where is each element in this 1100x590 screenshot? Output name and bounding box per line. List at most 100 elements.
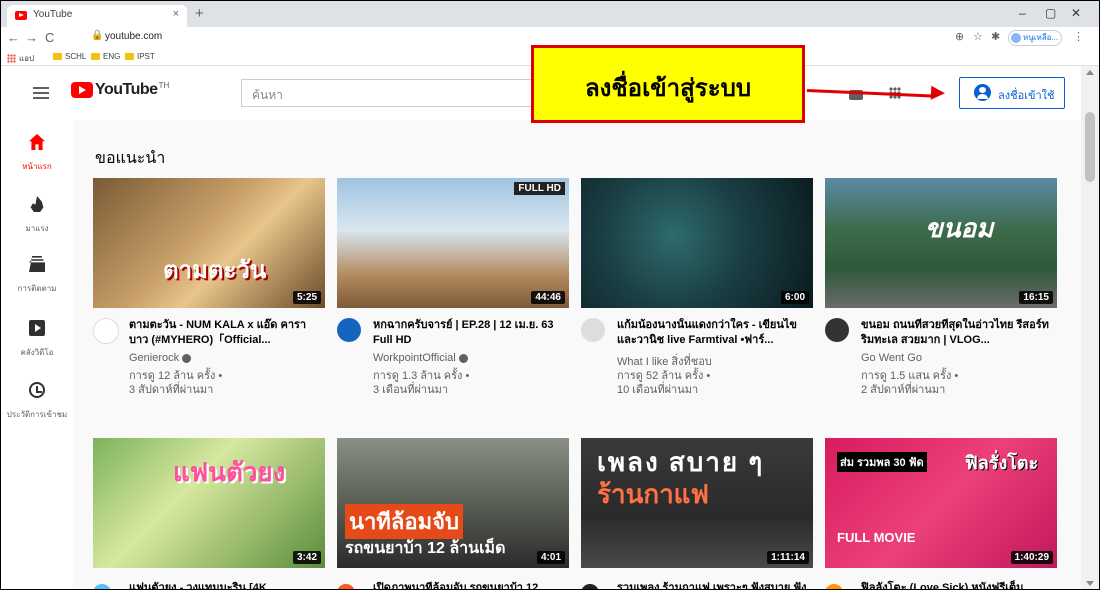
channel-avatar[interactable]	[581, 318, 605, 342]
profile-avatar-icon	[1011, 33, 1021, 43]
video-thumbnail[interactable]: นาทีล้อมจับ รถขนยาบ้า 12 ล้านเม็ด 4:01	[337, 438, 569, 568]
zoom-icon[interactable]: ⊕	[955, 30, 964, 43]
thumbnail-text: ตามตะวัน	[163, 257, 267, 284]
subscriptions-icon	[29, 256, 45, 272]
new-tab-button[interactable]: +	[195, 5, 204, 22]
verified-icon	[182, 353, 192, 363]
bookmark-star-icon[interactable]: ☆	[973, 30, 983, 43]
scroll-up-icon[interactable]	[1086, 70, 1094, 75]
sidebar-item-label: คลังวิดีโอ	[20, 348, 54, 357]
browser-tab[interactable]: YouTube ×	[7, 5, 187, 27]
video-thumbnail[interactable]: FULL HD 44:46	[337, 178, 569, 308]
bookmark-eng[interactable]: ENG	[91, 52, 120, 61]
fire-icon	[30, 196, 44, 212]
channel-avatar[interactable]	[93, 318, 119, 344]
url-text: youtube.com	[105, 31, 163, 42]
video-duration: 5:25	[292, 291, 321, 304]
omnibox[interactable]: 🔒 youtube.com	[87, 29, 947, 47]
apps-grid-icon	[7, 54, 16, 64]
sidebar-item-trending[interactable]: มาแรง	[1, 196, 73, 236]
reload-button[interactable]: C	[45, 30, 54, 45]
video-card[interactable]: แฟนตัวยง 3:42 แฟนตัวยง - วงแทมมะริน [4K	[93, 438, 325, 589]
main-content: ขอแนะนำ ตามตะวัน 5:25 ตามตะวัน - NUM KAL…	[73, 120, 1081, 589]
video-duration: 16:15	[1019, 291, 1053, 304]
thumbnail-subtext: รถขนยาบ้า 12 ล้านเม็ด	[345, 540, 506, 557]
video-thumbnail[interactable]: ขนอม 16:15	[825, 178, 1057, 308]
video-title[interactable]: ตามตะวัน - NUM KALA x แอ๊ด คาราบาว (#MYH…	[129, 318, 321, 348]
channel-avatar[interactable]	[93, 584, 111, 589]
browser-tab-bar: YouTube × + – ▢ ✕	[1, 1, 1099, 27]
sidebar-item-history[interactable]: ประวัติการเข้าชม	[1, 382, 73, 422]
video-title[interactable]: แฟนตัวยง - วงแทมมะริน [4K	[129, 578, 321, 589]
video-card[interactable]: ตามตะวัน 5:25 ตามตะวัน - NUM KALA x แอ๊ด…	[93, 178, 325, 396]
annotation-callout: ลงชื่อเข้าสู่ระบบ	[531, 45, 805, 123]
page-scrollbar[interactable]	[1081, 66, 1099, 589]
search-input[interactable]: ค้นหา	[241, 79, 543, 107]
bookmark-schl[interactable]: SCHL	[53, 52, 86, 61]
youtube-logo[interactable]: YouTubeTH	[71, 81, 169, 99]
restore-button[interactable]: ▢	[1045, 6, 1056, 20]
channel-avatar[interactable]	[825, 318, 849, 342]
video-thumbnail[interactable]: เพลง สบาย ๆ ร้านกาแฟ 1:11:14	[581, 438, 813, 568]
video-title[interactable]: ขนอม ถนนที่สวยที่สุดในอ่าวไทย รีสอร์ทริม…	[861, 318, 1053, 348]
menu-dots-icon[interactable]: ⋮	[1073, 30, 1084, 43]
tab-close-icon[interactable]: ×	[173, 8, 179, 20]
youtube-favicon-icon	[15, 11, 27, 20]
profile-label: หนูเหลือ...	[1023, 33, 1059, 42]
upload-date: 10 เดือนที่ผ่านมา	[617, 384, 699, 396]
video-card[interactable]: 6:00 แก้มน้องนางนั้นแดงกว่าใคร - เขียนไข…	[581, 178, 813, 396]
scrollbar-thumb[interactable]	[1085, 112, 1095, 182]
hamburger-menu-icon[interactable]	[33, 87, 49, 99]
account-icon	[974, 84, 991, 101]
profile-button[interactable]: หนูเหลือ...	[1008, 30, 1062, 46]
video-card[interactable]: FULL HD 44:46 หกฉากครับจารย์ | EP.28 | 1…	[337, 178, 569, 396]
video-card[interactable]: เพลง สบาย ๆ ร้านกาแฟ 1:11:14 รวมเพลง ร้า…	[581, 438, 813, 589]
annotation-text: ลงชื่อเข้าสู่ระบบ	[584, 75, 752, 102]
thumbnail-caption: ส่ม รวมพล 30 ฟัด	[837, 452, 927, 472]
signin-button[interactable]: ลงชื่อเข้าใช้	[959, 77, 1065, 109]
upload-date: 3 เดือนที่ผ่านมา	[373, 384, 449, 396]
video-duration: 4:01	[536, 551, 565, 564]
sidebar-item-library[interactable]: คลังวิดีโอ	[1, 320, 73, 360]
tab-title: YouTube	[33, 9, 73, 20]
channel-name[interactable]: Genierock	[129, 352, 192, 364]
video-thumbnail[interactable]: 6:00	[581, 178, 813, 308]
history-icon	[29, 382, 45, 398]
video-duration: 3:42	[292, 551, 321, 564]
bookmark-ipst[interactable]: IPST	[125, 52, 155, 61]
folder-icon	[91, 53, 100, 61]
sidebar-item-label: ประวัติการเข้าชม	[6, 410, 68, 419]
forward-button[interactable]: →	[25, 30, 38, 45]
bookmark-apps[interactable]: แอป	[7, 52, 34, 65]
sidebar-item-label: หน้าแรก	[22, 162, 52, 171]
section-title: ขอแนะนำ	[95, 150, 166, 167]
channel-name[interactable]: Go Went Go	[861, 352, 922, 364]
channel-avatar[interactable]	[337, 584, 355, 589]
video-thumbnail[interactable]: แฟนตัวยง 3:42	[93, 438, 325, 568]
video-title[interactable]: ฟิลลังโตะ (Love Sick) หนังฟรีเต็ม	[861, 578, 1053, 589]
video-card[interactable]: ส่ม รวมพล 30 ฟัด ฟิลรั่งโตะ FULL MOVIE 1…	[825, 438, 1057, 589]
minimize-button[interactable]: –	[1019, 6, 1026, 20]
video-card[interactable]: ขนอม 16:15 ขนอม ถนนที่สวยที่สุดในอ่าวไทย…	[825, 178, 1057, 396]
channel-avatar[interactable]	[581, 584, 599, 589]
thumbnail-text: นาทีล้อมจับ	[345, 504, 463, 539]
signin-label: ลงชื่อเข้าใช้	[998, 90, 1055, 102]
video-thumbnail[interactable]: ส่ม รวมพล 30 ฟัด ฟิลรั่งโตะ FULL MOVIE 1…	[825, 438, 1057, 568]
channel-avatar[interactable]	[825, 584, 843, 589]
back-button[interactable]: ←	[7, 30, 20, 45]
video-thumbnail[interactable]: ตามตะวัน 5:25	[93, 178, 325, 308]
video-card[interactable]: นาทีล้อมจับ รถขนยาบ้า 12 ล้านเม็ด 4:01 เ…	[337, 438, 569, 589]
close-window-button[interactable]: ✕	[1071, 6, 1081, 20]
channel-name[interactable]: WorkpointOfficial	[373, 352, 468, 364]
video-title[interactable]: เปิดภาพนาทีล้อมจับ รถขนยาบ้า 12	[373, 578, 565, 589]
sidebar-item-home[interactable]: หน้าแรก	[1, 134, 73, 174]
video-title[interactable]: รวมเพลง ร้านกาแฟ เพราะๆ ฟังสบาย ฟัง	[617, 578, 809, 589]
channel-avatar[interactable]	[337, 318, 361, 342]
video-title[interactable]: หกฉากครับจารย์ | EP.28 | 12 เม.ย. 63 Ful…	[373, 318, 565, 348]
extension-icon[interactable]: ✱	[991, 30, 1000, 43]
scroll-down-icon[interactable]	[1086, 581, 1094, 586]
annotation-arrow-icon	[930, 85, 946, 101]
video-duration: 1:40:29	[1010, 551, 1053, 564]
video-title[interactable]: แก้มน้องนางนั้นแดงกว่าใคร - เขียนไขและวา…	[617, 318, 809, 348]
sidebar-item-subscriptions[interactable]: การติดตาม	[1, 256, 73, 296]
